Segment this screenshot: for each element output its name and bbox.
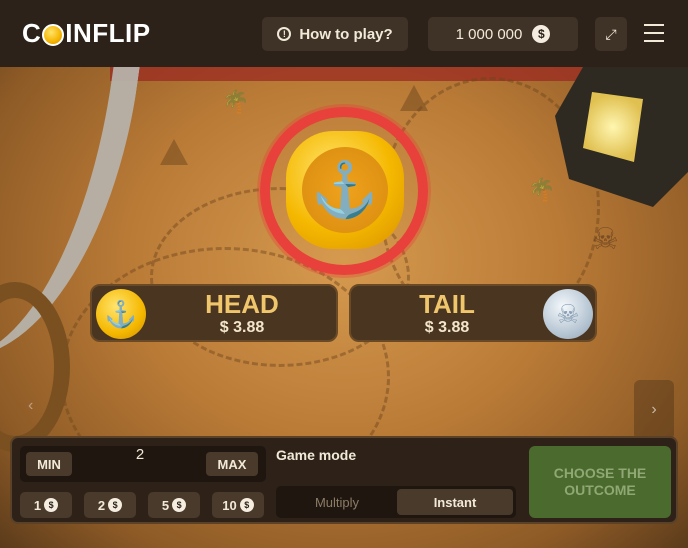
fullscreen-icon: ⤢ bbox=[605, 25, 617, 42]
skull-crossbones-icon: ☠ bbox=[592, 223, 619, 256]
tail-payout: $ 3.88 bbox=[424, 319, 470, 336]
silver-skull-coin-icon: ☠ bbox=[543, 289, 593, 339]
chip-10-button[interactable]: 10 $ bbox=[212, 492, 264, 518]
choose-outcome-button[interactable]: CHOOSE THE OUTCOME bbox=[529, 446, 671, 518]
ring-decoration bbox=[0, 282, 70, 452]
bet-panel: MIN 2 MAX 1 $ 2 $ 5 $ 10 $ Game mode Mul… bbox=[10, 436, 678, 524]
how-to-play-label: How to play? bbox=[299, 25, 393, 43]
hill-decoration bbox=[400, 85, 428, 111]
chip-2-button[interactable]: 2 $ bbox=[84, 492, 136, 518]
tail-label: TAIL bbox=[419, 289, 475, 319]
balance-display: 1 000 000 $ bbox=[428, 17, 578, 51]
mode-multiply-option[interactable]: Multiply bbox=[279, 489, 395, 515]
logo-coin-icon bbox=[42, 23, 65, 46]
logo: C INFLIP bbox=[22, 18, 151, 49]
mode-instant-option[interactable]: Instant bbox=[397, 489, 513, 515]
dollar-coin-icon: $ bbox=[532, 25, 551, 43]
chip-label: 10 bbox=[222, 497, 237, 513]
bet-amount-field: MIN 2 MAX bbox=[20, 446, 266, 482]
head-option-button[interactable]: ⚓ HEAD $ 3.88 bbox=[90, 284, 338, 342]
dollar-coin-icon: $ bbox=[108, 498, 123, 512]
map-border-decoration bbox=[110, 67, 590, 81]
palm-tree-icon: 🌴 bbox=[528, 177, 556, 202]
tail-option-button[interactable]: TAIL $ 3.88 ☠ bbox=[349, 284, 597, 342]
chip-label: 1 bbox=[33, 497, 42, 513]
anchor-icon: ⚓ bbox=[302, 147, 388, 233]
main-coin: ⚓ bbox=[260, 107, 428, 275]
dollar-coin-icon: $ bbox=[239, 498, 254, 512]
palm-tree-icon: 🌴 bbox=[222, 89, 250, 114]
fullscreen-button[interactable]: ⤢ bbox=[595, 17, 627, 51]
max-button[interactable]: MAX bbox=[206, 452, 258, 476]
game-mode-title: Game mode bbox=[276, 447, 357, 463]
hill-decoration bbox=[160, 139, 188, 165]
how-to-play-button[interactable]: ! How to play? bbox=[262, 17, 408, 51]
chip-label: 2 bbox=[97, 497, 106, 513]
chip-5-button[interactable]: 5 $ bbox=[148, 492, 200, 518]
chevron-left-icon[interactable]: ‹ bbox=[28, 397, 33, 415]
bet-amount-input[interactable]: 2 bbox=[80, 446, 200, 482]
chip-1-button[interactable]: 1 $ bbox=[20, 492, 72, 518]
dollar-coin-icon: $ bbox=[172, 498, 187, 512]
dollar-coin-icon: $ bbox=[44, 498, 59, 512]
min-button[interactable]: MIN bbox=[26, 452, 72, 476]
logo-c: C bbox=[22, 18, 42, 48]
game-mode-toggle: Multiply Instant bbox=[276, 486, 516, 518]
hamburger-menu-icon[interactable] bbox=[644, 24, 664, 42]
info-icon: ! bbox=[277, 27, 292, 41]
balance-value: 1 000 000 bbox=[455, 25, 523, 43]
chevron-right-icon[interactable]: › bbox=[634, 380, 674, 440]
chip-label: 5 bbox=[161, 497, 170, 513]
logo-rest: INFLIP bbox=[65, 18, 151, 48]
top-bar: C INFLIP ! How to play? 1 000 000 $ ⤢ bbox=[0, 0, 688, 67]
